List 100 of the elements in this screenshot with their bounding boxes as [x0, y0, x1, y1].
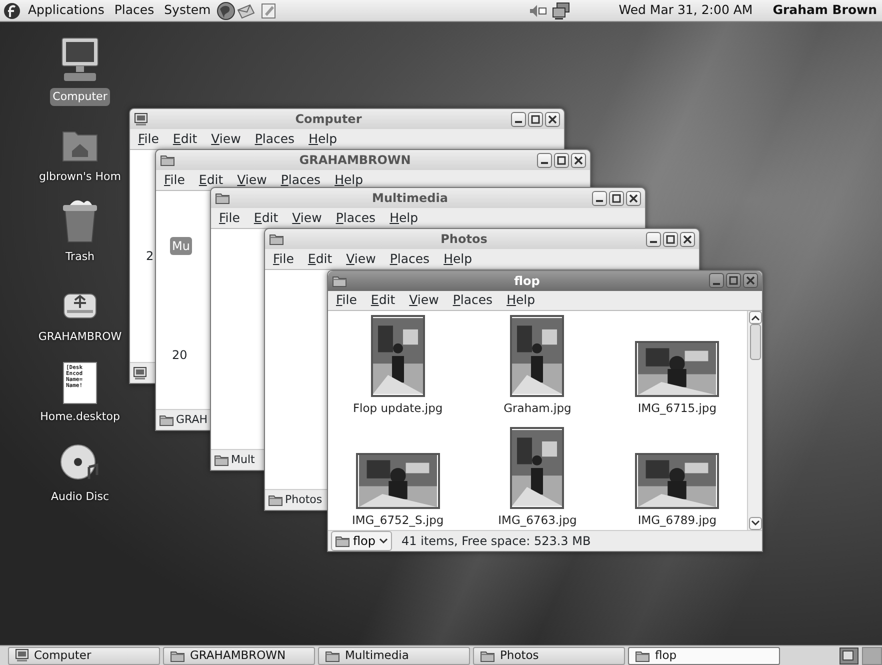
menu-item[interactable]: Edit: [306, 250, 334, 268]
menu-item[interactable]: Places: [450, 291, 495, 310]
desktop-icon-label[interactable]: Home.desktop: [37, 408, 123, 426]
menu-item[interactable]: Edit: [368, 291, 398, 310]
menu-item[interactable]: Help: [442, 250, 474, 268]
desktop-icon-label[interactable]: Trash: [62, 248, 98, 266]
file-name[interactable]: Graham.jpg: [504, 400, 572, 418]
menu-item[interactable]: View: [344, 250, 378, 268]
menu-item[interactable]: Help: [306, 130, 340, 148]
window-title: GRAHAMBROWN: [298, 152, 412, 169]
desktop-icon-label[interactable]: Audio Disc: [48, 488, 112, 506]
minimize-button[interactable]: [592, 190, 607, 206]
panel-menu[interactable]: Applications: [23, 1, 110, 20]
menu-item[interactable]: File: [271, 250, 296, 268]
folder-icon: [635, 650, 650, 662]
scroll-down-button[interactable]: [748, 516, 762, 530]
item-label[interactable]: 20: [170, 346, 190, 364]
desktop-icon-label[interactable]: glbrown's Hom: [36, 168, 124, 186]
close-button[interactable]: [571, 152, 586, 168]
envelope-icon[interactable]: [236, 2, 256, 20]
file-name[interactable]: IMG_6715.jpg: [638, 400, 717, 418]
location-dropdown[interactable]: flop: [331, 530, 392, 551]
folder-icon: [325, 650, 340, 662]
menu-item[interactable]: Places: [334, 208, 378, 228]
minimize-button[interactable]: [537, 152, 552, 168]
clock[interactable]: Wed Mar 31, 2:00 AM: [614, 1, 758, 20]
panel-menu[interactable]: Places: [109, 1, 160, 20]
item-label[interactable]: 2: [144, 247, 156, 265]
status-text: 41 items, Free space: 523.3 MB: [402, 532, 591, 550]
maximize-icon: [612, 194, 621, 202]
menu-item[interactable]: Places: [252, 130, 297, 148]
taskbar-button[interactable]: Multimedia: [318, 646, 470, 664]
logo-icon[interactable]: [3, 2, 21, 20]
caret-icon: [378, 538, 388, 544]
user-name[interactable]: Graham Brown: [768, 1, 882, 20]
menu-item[interactable]: File: [136, 130, 161, 148]
location-label[interactable]: Mult: [231, 452, 255, 468]
workspace-switcher[interactable]: [862, 646, 882, 664]
file-name[interactable]: IMG_6752_S.jpg: [352, 512, 444, 530]
maximize-icon: [666, 234, 675, 244]
note-icon[interactable]: [260, 2, 278, 20]
trash-icon: [60, 198, 100, 244]
minimize-icon: [541, 162, 548, 164]
minimize-button[interactable]: [511, 112, 526, 126]
menu-item[interactable]: Edit: [170, 130, 200, 148]
close-button[interactable]: [680, 232, 695, 246]
minimize-icon: [650, 241, 657, 243]
menu-item[interactable]: Edit: [196, 170, 226, 190]
taskbar-button[interactable]: GRAHAMBROWN: [163, 646, 315, 664]
menu-item[interactable]: Places: [388, 250, 432, 268]
menu-item[interactable]: Places: [278, 170, 323, 190]
desktop-icon-label[interactable]: Computer: [50, 88, 110, 106]
show-desktop-icon[interactable]: [839, 646, 859, 664]
computer-icon: [133, 366, 147, 380]
maximize-button[interactable]: [609, 190, 624, 206]
file-name[interactable]: Flop update.jpg: [352, 400, 443, 418]
location-label[interactable]: Photos: [285, 492, 322, 508]
scroll-up-button[interactable]: [748, 311, 762, 324]
taskbar-button[interactable]: Computer: [8, 646, 160, 664]
close-icon: [548, 114, 557, 124]
menu-item[interactable]: View: [209, 130, 243, 148]
globe-icon[interactable]: [216, 0, 236, 20]
folder-icon: [160, 154, 175, 166]
taskbar-button[interactable]: Photos: [473, 646, 625, 664]
maximize-button[interactable]: [663, 232, 678, 246]
maximize-button[interactable]: [726, 273, 741, 288]
close-button[interactable]: [743, 273, 758, 288]
menu-item[interactable]: Help: [504, 291, 538, 310]
file-name[interactable]: IMG_6789.jpg: [638, 512, 717, 530]
close-button[interactable]: [626, 190, 641, 206]
maximize-button[interactable]: [554, 152, 569, 168]
panel-menu[interactable]: System: [159, 1, 216, 20]
scroll-thumb[interactable]: [750, 324, 760, 360]
menu-item[interactable]: View: [235, 170, 269, 190]
desktop-icon-label[interactable]: GRAHAMBROW: [35, 328, 125, 346]
file-name[interactable]: IMG_6763.jpg: [498, 512, 577, 530]
menu-item[interactable]: View: [290, 208, 324, 228]
close-icon: [629, 194, 638, 202]
folder-icon: [214, 454, 229, 466]
menu-item[interactable]: File: [217, 208, 242, 228]
menu-item[interactable]: Help: [388, 208, 420, 228]
taskbar-button[interactable]: flop: [628, 646, 780, 664]
speaker-icon[interactable]: [528, 2, 548, 18]
minimize-button[interactable]: [646, 232, 661, 246]
close-icon: [683, 234, 692, 244]
menu-item[interactable]: View: [407, 291, 441, 310]
menu-item[interactable]: File: [334, 291, 359, 310]
maximize-button[interactable]: [528, 112, 543, 126]
close-icon: [574, 156, 583, 164]
minimize-button[interactable]: [709, 273, 724, 288]
location-label[interactable]: GRAH: [176, 412, 208, 428]
menu-item[interactable]: Edit: [252, 208, 280, 228]
menu-item[interactable]: Help: [332, 170, 366, 190]
close-button[interactable]: [545, 112, 560, 126]
maximize-icon: [729, 276, 738, 286]
minimize-icon: [713, 282, 720, 285]
minimize-icon: [515, 121, 522, 123]
item-label[interactable]: Mu: [170, 236, 192, 254]
minimize-icon: [596, 200, 603, 202]
menu-item[interactable]: File: [162, 170, 187, 190]
